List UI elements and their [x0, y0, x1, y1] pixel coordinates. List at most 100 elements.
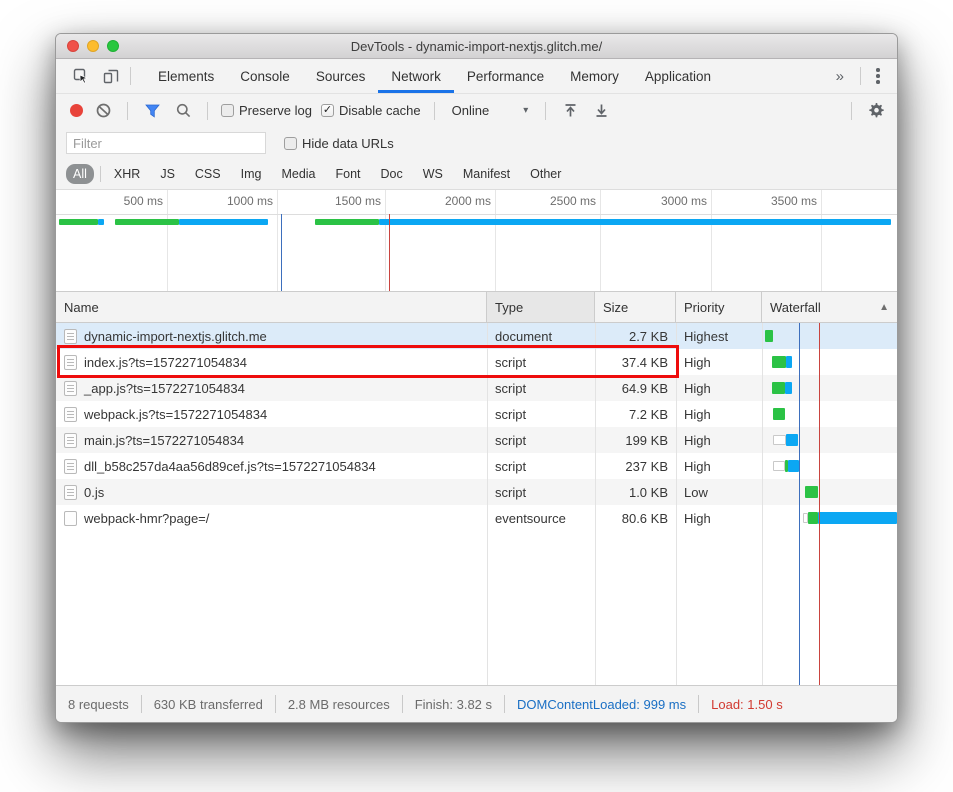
column-label: Size [603, 300, 628, 315]
tab-console[interactable]: Console [227, 59, 303, 93]
filter-input[interactable] [66, 132, 266, 154]
status-item[interactable]: DOMContentLoaded: 999 ms [517, 697, 686, 712]
cell-name: webpack-hmr?page=/ [56, 505, 487, 531]
minimize-window-button[interactable] [87, 40, 99, 52]
divider [100, 166, 101, 182]
tab-application[interactable]: Application [632, 59, 724, 93]
waterfall-ttfb-bar [805, 486, 818, 498]
status-item[interactable]: Load: 1.50 s [711, 697, 783, 712]
filter-chip-ws[interactable]: WS [416, 164, 450, 184]
timeline-tick-label: 2000 ms [411, 194, 491, 208]
cell-priority: High [676, 349, 762, 375]
cell-type: script [487, 427, 595, 453]
table-row[interactable]: webpack-hmr?page=/eventsource80.6 KBHigh [56, 505, 897, 531]
filter-chip-manifest[interactable]: Manifest [456, 164, 517, 184]
timeline-overview[interactable]: 500 ms1000 ms1500 ms2000 ms2500 ms3000 m… [56, 189, 897, 292]
overview-ttfb-bar [115, 219, 179, 225]
preserve-log-checkbox[interactable]: Preserve log [221, 103, 312, 118]
tab-performance[interactable]: Performance [454, 59, 557, 93]
filter-chip-xhr[interactable]: XHR [107, 164, 147, 184]
waterfall-waiting-bar [773, 435, 786, 445]
gear-icon[interactable] [865, 100, 887, 122]
cell-name: dll_b58c257da4aa56d89cef.js?ts=157227105… [56, 453, 487, 479]
filter-chip-all[interactable]: All [66, 164, 94, 184]
table-row[interactable]: 0.jsscript1.0 KBLow [56, 479, 897, 505]
throttling-dropdown[interactable]: Online ▾ [448, 103, 533, 118]
close-window-button[interactable] [67, 40, 79, 52]
timeline-gridline [167, 190, 168, 291]
tab-network[interactable]: Network [378, 59, 454, 93]
checkbox-checked[interactable]: ✓ [321, 104, 334, 117]
table-row[interactable]: index.js?ts=1572271054834script37.4 KBHi… [56, 349, 897, 375]
kebab-menu-icon[interactable] [865, 68, 891, 84]
clear-icon[interactable] [92, 100, 114, 122]
waterfall-download-bar [788, 460, 799, 472]
filter-funnel-icon[interactable] [141, 100, 163, 122]
filter-chip-media[interactable]: Media [274, 164, 322, 184]
load-event-line [819, 323, 820, 685]
table-row[interactable]: main.js?ts=1572271054834script199 KBHigh [56, 427, 897, 453]
request-name: dll_b58c257da4aa56d89cef.js?ts=157227105… [84, 459, 376, 474]
cell-type: script [487, 479, 595, 505]
file-document-icon [64, 329, 77, 344]
zoom-window-button[interactable] [107, 40, 119, 52]
cell-type: eventsource [487, 505, 595, 531]
export-har-icon[interactable] [559, 100, 581, 122]
checkbox-unchecked[interactable] [221, 104, 234, 117]
disable-cache-checkbox[interactable]: ✓ Disable cache [321, 103, 421, 118]
tab-memory[interactable]: Memory [557, 59, 632, 93]
search-icon[interactable] [172, 100, 194, 122]
request-name: webpack.js?ts=1572271054834 [84, 407, 267, 422]
cell-type: script [487, 349, 595, 375]
waterfall-ttfb-bar [808, 512, 818, 524]
cell-name: dynamic-import-nextjs.glitch.me [56, 323, 487, 349]
filter-chip-img[interactable]: Img [234, 164, 269, 184]
cell-priority: High [676, 401, 762, 427]
table-row[interactable]: dll_b58c257da4aa56d89cef.js?ts=157227105… [56, 453, 897, 479]
column-header-type[interactable]: Type [487, 292, 595, 322]
table-row[interactable]: webpack.js?ts=1572271054834script7.2 KBH… [56, 401, 897, 427]
load-event-line [389, 214, 390, 291]
timeline-gridline [600, 190, 601, 291]
import-har-icon[interactable] [590, 100, 612, 122]
timeline-tick-label: 40 [844, 194, 897, 208]
filter-chip-js[interactable]: JS [153, 164, 182, 184]
filter-chip-other[interactable]: Other [523, 164, 568, 184]
hide-data-urls-checkbox[interactable]: Hide data URLs [284, 136, 394, 151]
overview-download-bar [379, 219, 891, 225]
tab-sources[interactable]: Sources [303, 59, 379, 93]
column-header-name[interactable]: Name [56, 292, 487, 322]
tab-elements[interactable]: Elements [145, 59, 227, 93]
record-icon[interactable] [70, 104, 83, 117]
cell-name: index.js?ts=1572271054834 [56, 349, 487, 375]
checkbox-unchecked[interactable] [284, 137, 297, 150]
table-row[interactable]: _app.js?ts=1572271054834script64.9 KBHig… [56, 375, 897, 401]
waterfall-download-bar [818, 512, 897, 524]
request-name: 0.js [84, 485, 104, 500]
divider [545, 102, 546, 120]
waterfall-ttfb-bar [765, 330, 773, 342]
overview-ttfb-bar [315, 219, 379, 225]
column-header-waterfall[interactable]: Waterfall▲ [762, 292, 897, 322]
filter-chip-doc[interactable]: Doc [374, 164, 410, 184]
devtools-window: DevTools - dynamic-import-nextjs.glitch.… [55, 33, 898, 723]
request-name: webpack-hmr?page=/ [84, 511, 209, 526]
file-document-icon [64, 459, 77, 474]
cell-priority: High [676, 505, 762, 531]
device-toolbar-icon[interactable] [96, 59, 126, 93]
column-label: Name [64, 300, 99, 315]
more-tabs-button[interactable]: » [824, 68, 856, 85]
status-item: 630 KB transferred [154, 697, 263, 712]
chevron-down-icon: ▾ [523, 105, 528, 116]
cell-name: webpack.js?ts=1572271054834 [56, 401, 487, 427]
table-row[interactable]: dynamic-import-nextjs.glitch.medocument2… [56, 323, 897, 349]
filter-chip-font[interactable]: Font [329, 164, 368, 184]
divider [141, 695, 142, 713]
column-header-priority[interactable]: Priority [676, 292, 762, 322]
column-header-size[interactable]: Size [595, 292, 676, 322]
divider [698, 695, 699, 713]
inspect-cursor-icon[interactable] [66, 59, 96, 93]
cell-size: 2.7 KB [595, 323, 676, 349]
window-titlebar[interactable]: DevTools - dynamic-import-nextjs.glitch.… [56, 34, 897, 59]
filter-chip-css[interactable]: CSS [188, 164, 228, 184]
